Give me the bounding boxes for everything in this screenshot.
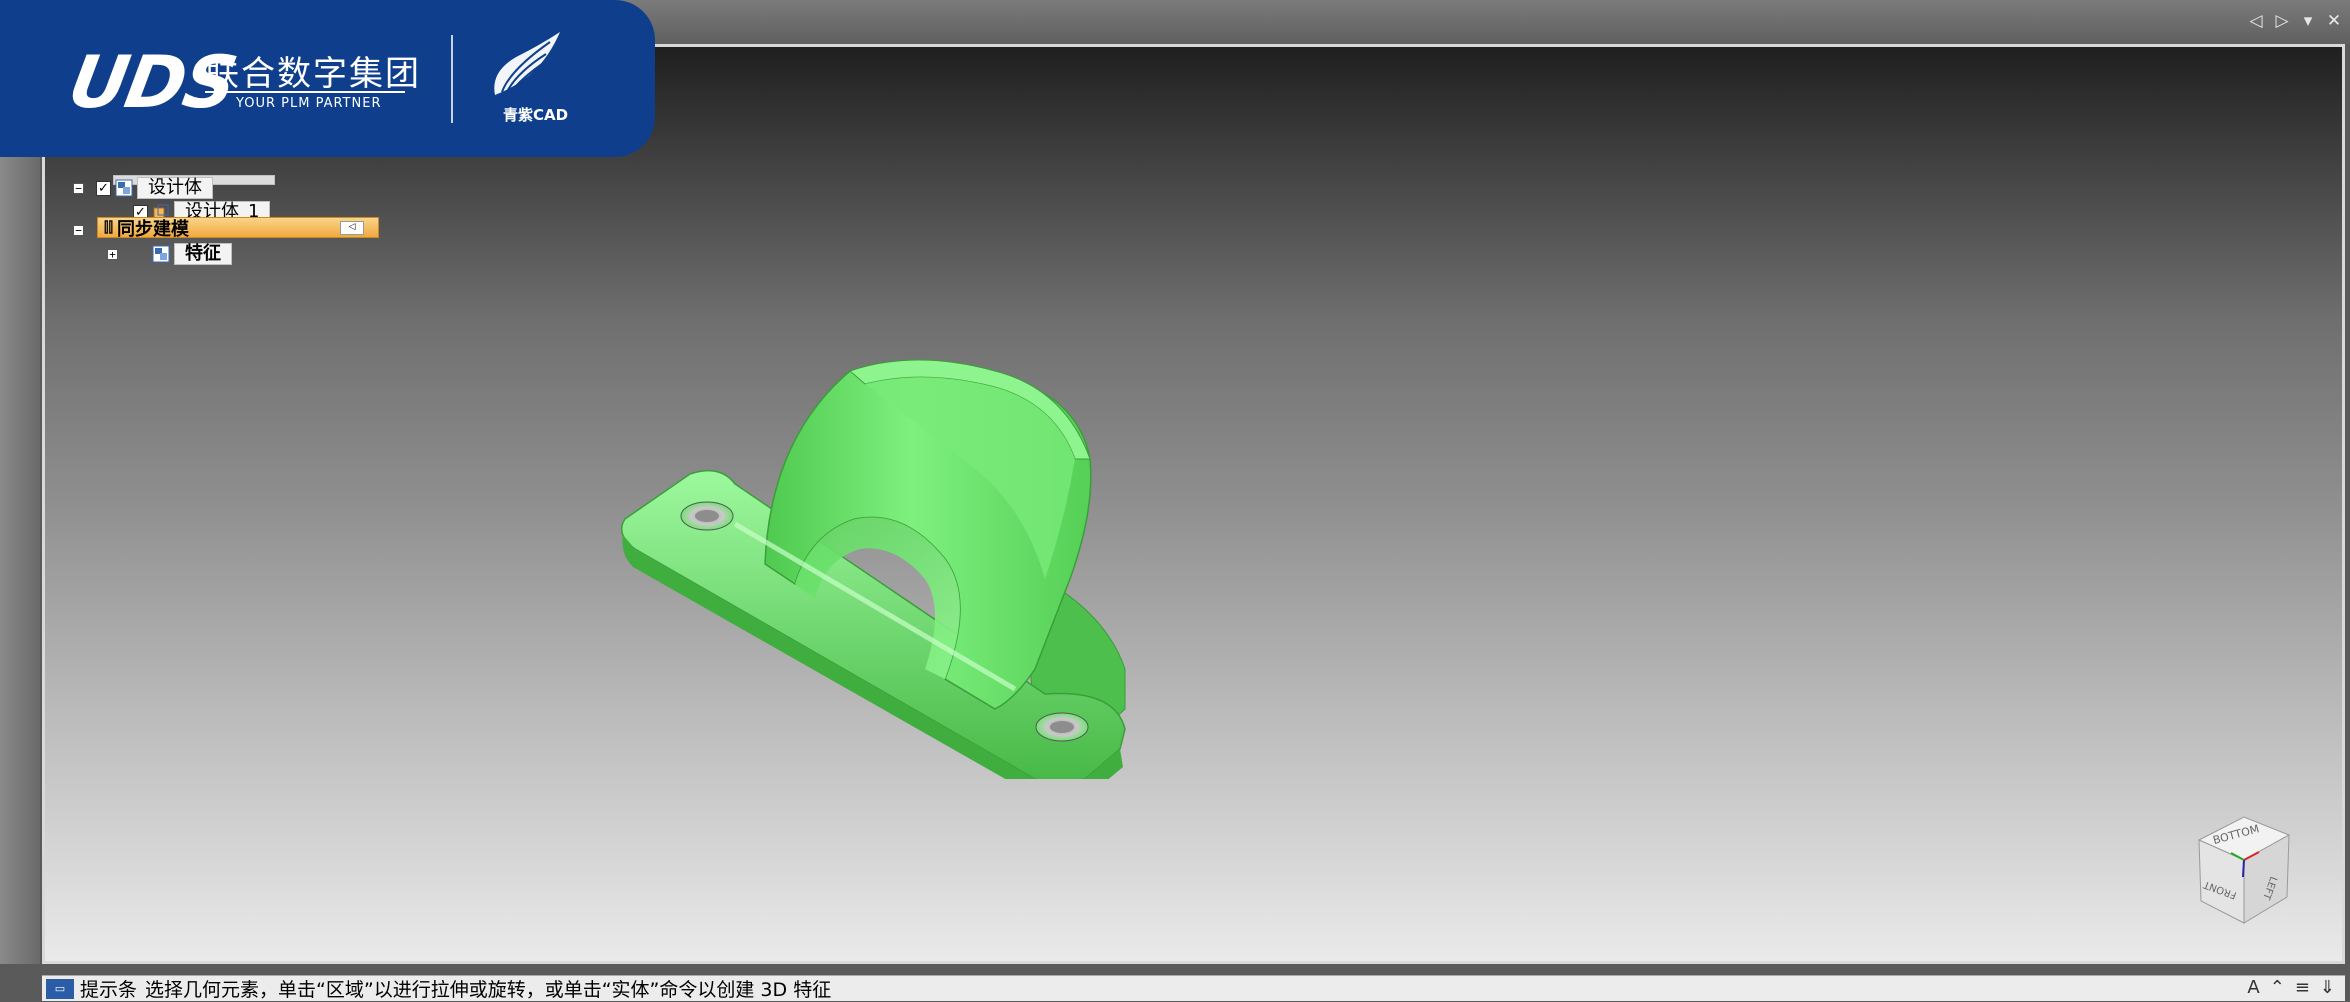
prev-tab-icon[interactable]: ◁ [2246,11,2266,31]
status-right-tools: A ⌃ ≡ ⇓ [2247,977,2335,998]
expand-icon[interactable]: + [107,248,118,260]
3d-viewport[interactable]: − ✓ 设计体 ✓ 设计体_1 − ⫿⫿ 同步建模 ◁ + 特征 BOTTOM … [42,44,2345,964]
wing-logo-icon [494,32,560,95]
prompt-message: 选择几何元素，单击“区域”以进行拉伸或旋转，或单击“实体”命令以创建 3D 特征 [145,979,832,1001]
tree-row-features[interactable]: + 特征 [107,243,232,265]
tree-row-design-body[interactable]: − ✓ 设计体 [73,177,213,199]
prompt-bar-label: 提示条 [80,979,138,1001]
close-icon[interactable]: ✕ [2324,11,2344,31]
tree-row-sync-modeling[interactable]: ⫿⫿ 同步建模 ◁ [97,215,379,241]
pin-down-icon[interactable]: ⇓ [2320,977,2335,998]
collapse-icon[interactable]: − [73,182,84,194]
view-navigation-cube[interactable]: BOTTOM FRONT LEFT [2179,805,2309,935]
menu-lines-icon[interactable]: ≡ [2295,977,2310,998]
left-panel-edge [0,44,40,964]
brand-name-cn: 联合数字集团 [205,54,421,94]
font-size-icon[interactable]: A [2247,977,2259,998]
tree-label-features[interactable]: 特征 [174,243,232,265]
product-name: 青紫CAD [503,106,569,124]
design-body-icon [115,179,133,197]
tree-label-design-body[interactable]: 设计体 [137,177,213,199]
prompt-bar-icon: ▭ [46,978,74,999]
dropdown-icon[interactable]: ▾ [2298,11,2318,31]
sync-modeling-icon: ⫿⫿ [104,219,113,236]
status-bar: ▭ 提示条 选择几何元素，单击“区域”以进行拉伸或旋转，或单击“实体”命令以创建… [42,975,2345,1001]
collapse-up-icon[interactable]: ⌃ [2270,977,2285,998]
window-controls: ◁ ▷ ▾ ✕ [2246,8,2344,34]
checkbox-design-body[interactable]: ✓ [96,180,111,196]
tree-row-sync-collapse[interactable]: − [73,219,96,241]
brand-underline [205,91,405,93]
features-icon [152,245,170,263]
brand-tagline: YOUR PLM PARTNER [236,96,382,111]
banner-divider [451,35,453,123]
brand-banner: UDS 联合数字集团 YOUR PLM PARTNER 青紫CAD [0,0,655,157]
collapse-icon[interactable]: − [73,224,84,236]
bracket-3d-model[interactable] [595,309,1155,779]
next-tab-icon[interactable]: ▷ [2272,11,2292,31]
sync-tag-icon: ◁ [340,221,364,235]
tree-label-sync-modeling[interactable]: 同步建模 [117,215,189,241]
